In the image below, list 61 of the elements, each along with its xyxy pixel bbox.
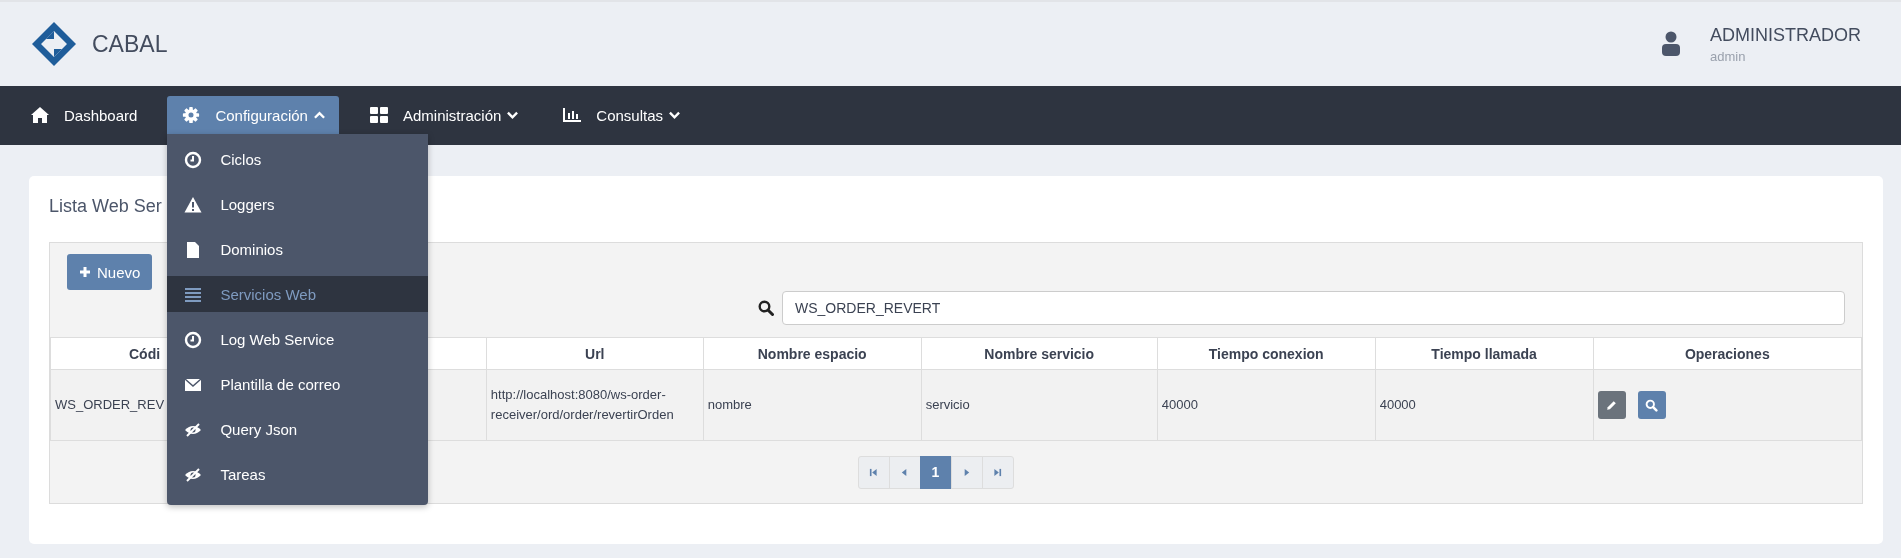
- column-header: Nombre servicio: [984, 345, 1095, 362]
- dropdown-item[interactable]: Query Json: [167, 407, 429, 452]
- user-login: admin: [1710, 48, 1747, 64]
- brand-name: CABAL: [92, 30, 168, 58]
- gear-icon: [181, 106, 202, 124]
- skip-back-icon: [869, 467, 878, 477]
- table-cell: servicio: [925, 397, 970, 412]
- logo-icon: [32, 22, 76, 66]
- table-cell: WS_ORDER_REV: [55, 397, 165, 412]
- column-header: Códi: [129, 345, 161, 362]
- clock-icon: [184, 150, 203, 169]
- plus-icon: [79, 266, 91, 278]
- last-page-button[interactable]: [981, 455, 1014, 489]
- table-cell: nombre: [707, 397, 752, 412]
- search-icon: [758, 300, 774, 316]
- edit-button[interactable]: [1597, 391, 1626, 419]
- column-header: Operaciones: [1684, 345, 1770, 362]
- pencil-icon: [1605, 398, 1619, 412]
- page-button[interactable]: 1: [919, 455, 952, 489]
- bar-chart-icon: [562, 106, 583, 124]
- nav-menu-item[interactable]: Configuración: [167, 96, 339, 134]
- previous-page-button[interactable]: [888, 455, 921, 489]
- caret-icon: [669, 111, 681, 119]
- warning-icon: [184, 195, 203, 214]
- user-name: ADMINISTRADOR: [1710, 24, 1861, 46]
- home-icon: [30, 106, 50, 124]
- nav-menu-item[interactable]: Dashboard: [16, 96, 152, 134]
- nav-menu-item[interactable]: Administración: [354, 96, 533, 134]
- dropdown-item[interactable]: Ciclos: [167, 137, 429, 182]
- user-icon[interactable]: [1662, 31, 1680, 57]
- dropdown-item[interactable]: Tareas: [167, 452, 429, 497]
- nav-menu-item[interactable]: Consultas: [548, 96, 695, 134]
- caret-left-icon: [900, 467, 909, 477]
- dropdown-item[interactable]: Log Web Service: [167, 317, 429, 362]
- eye-slash-icon: [184, 465, 203, 484]
- search-field[interactable]: WS_ORDER_REVERT: [782, 291, 1845, 325]
- page-title: Lista Web Ser: [49, 196, 162, 217]
- column-header: Tiempo llamada: [1431, 345, 1537, 362]
- table-cell: 40000: [1379, 397, 1416, 412]
- search-icon: [1645, 398, 1659, 412]
- caret-icon: [313, 111, 325, 119]
- skip-forward-icon: [993, 467, 1002, 477]
- list-icon: [184, 285, 203, 303]
- search-button[interactable]: [1637, 391, 1666, 419]
- table-cell: http://localhost:8080/ws-order-receiver/ord/order/revertirOrden: [490, 387, 674, 422]
- dropdown-item[interactable]: Dominios: [167, 227, 429, 272]
- eye-slash-icon: [184, 420, 203, 439]
- dropdown-item[interactable]: Plantilla de correo: [167, 362, 429, 407]
- next-page-button[interactable]: [950, 455, 983, 489]
- dropdown-item[interactable]: Servicios Web: [167, 276, 429, 312]
- clock-icon: [184, 330, 203, 349]
- caret-right-icon: [962, 467, 971, 477]
- column-header: Url: [585, 345, 605, 362]
- new-button[interactable]: Nuevo: [67, 254, 153, 290]
- column-header: Nombre espacio: [757, 345, 867, 362]
- dropdown-item[interactable]: Loggers: [167, 182, 429, 227]
- table-cell: 40000: [1161, 397, 1198, 412]
- first-page-button[interactable]: [857, 455, 890, 489]
- grid-icon: [368, 106, 389, 124]
- column-header: Tiempo conexion: [1208, 345, 1324, 362]
- caret-icon: [507, 111, 519, 119]
